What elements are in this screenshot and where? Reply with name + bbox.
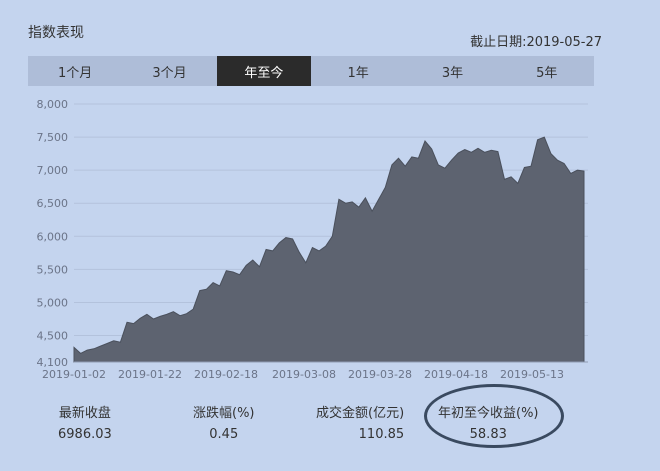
stat-latest-close: 最新收盘 6986.03: [58, 402, 112, 442]
x-tick-label: 2019-05-13: [500, 368, 564, 381]
highlight-circle: [424, 384, 564, 448]
y-tick-label: 6,000: [37, 230, 69, 243]
x-tick-label: 2019-04-18: [424, 368, 488, 381]
stat-label: 成交金额(亿元): [316, 406, 405, 421]
tab-5-year[interactable]: 5年: [500, 56, 594, 86]
y-tick-label: 7,500: [37, 131, 69, 144]
y-tick-label: 5,000: [37, 296, 69, 309]
x-tick-label: 2019-03-08: [272, 368, 336, 381]
stat-value: 0.45: [209, 427, 239, 442]
y-tick-label: 4,500: [37, 330, 69, 343]
stat-change-pct: 涨跌幅(%) 0.45: [193, 402, 255, 442]
as-of-date: 截止日期:2019-05-27: [470, 35, 602, 50]
tab-3-month[interactable]: 3个月: [122, 56, 216, 86]
y-tick-label: 7,000: [37, 164, 69, 177]
tab-ytd[interactable]: 年至今: [216, 56, 311, 86]
panel-title: 指数表现: [28, 25, 84, 41]
stat-value: 6986.03: [58, 427, 112, 442]
y-tick-label: 6,500: [37, 197, 69, 210]
x-tick-label: 2019-03-28: [348, 368, 412, 381]
stat-label: 最新收盘: [58, 406, 111, 421]
tab-1-month[interactable]: 1个月: [28, 56, 122, 86]
tab-3-year[interactable]: 3年: [405, 56, 499, 86]
stat-turnover: 成交金额(亿元) 110.85: [316, 402, 404, 442]
stat-label: 涨跌幅(%): [193, 406, 255, 421]
y-tick-label: 5,500: [37, 263, 69, 276]
x-tick-label: 2019-01-02: [42, 368, 106, 381]
y-tick-label: 8,000: [37, 98, 69, 111]
stat-value: 110.85: [358, 427, 405, 442]
index-area-chart: 8,000 7,500 7,000 6,500 6,000 5,500 5,000 4,500…: [37, 98, 588, 381]
x-tick-label: 2019-02-18: [194, 368, 258, 381]
x-tick-label: 2019-01-22: [118, 368, 182, 381]
tab-1-year[interactable]: 1年: [311, 56, 405, 86]
period-tabs: 1个月 3个月 年至今 1年 3年 5年: [28, 56, 594, 86]
